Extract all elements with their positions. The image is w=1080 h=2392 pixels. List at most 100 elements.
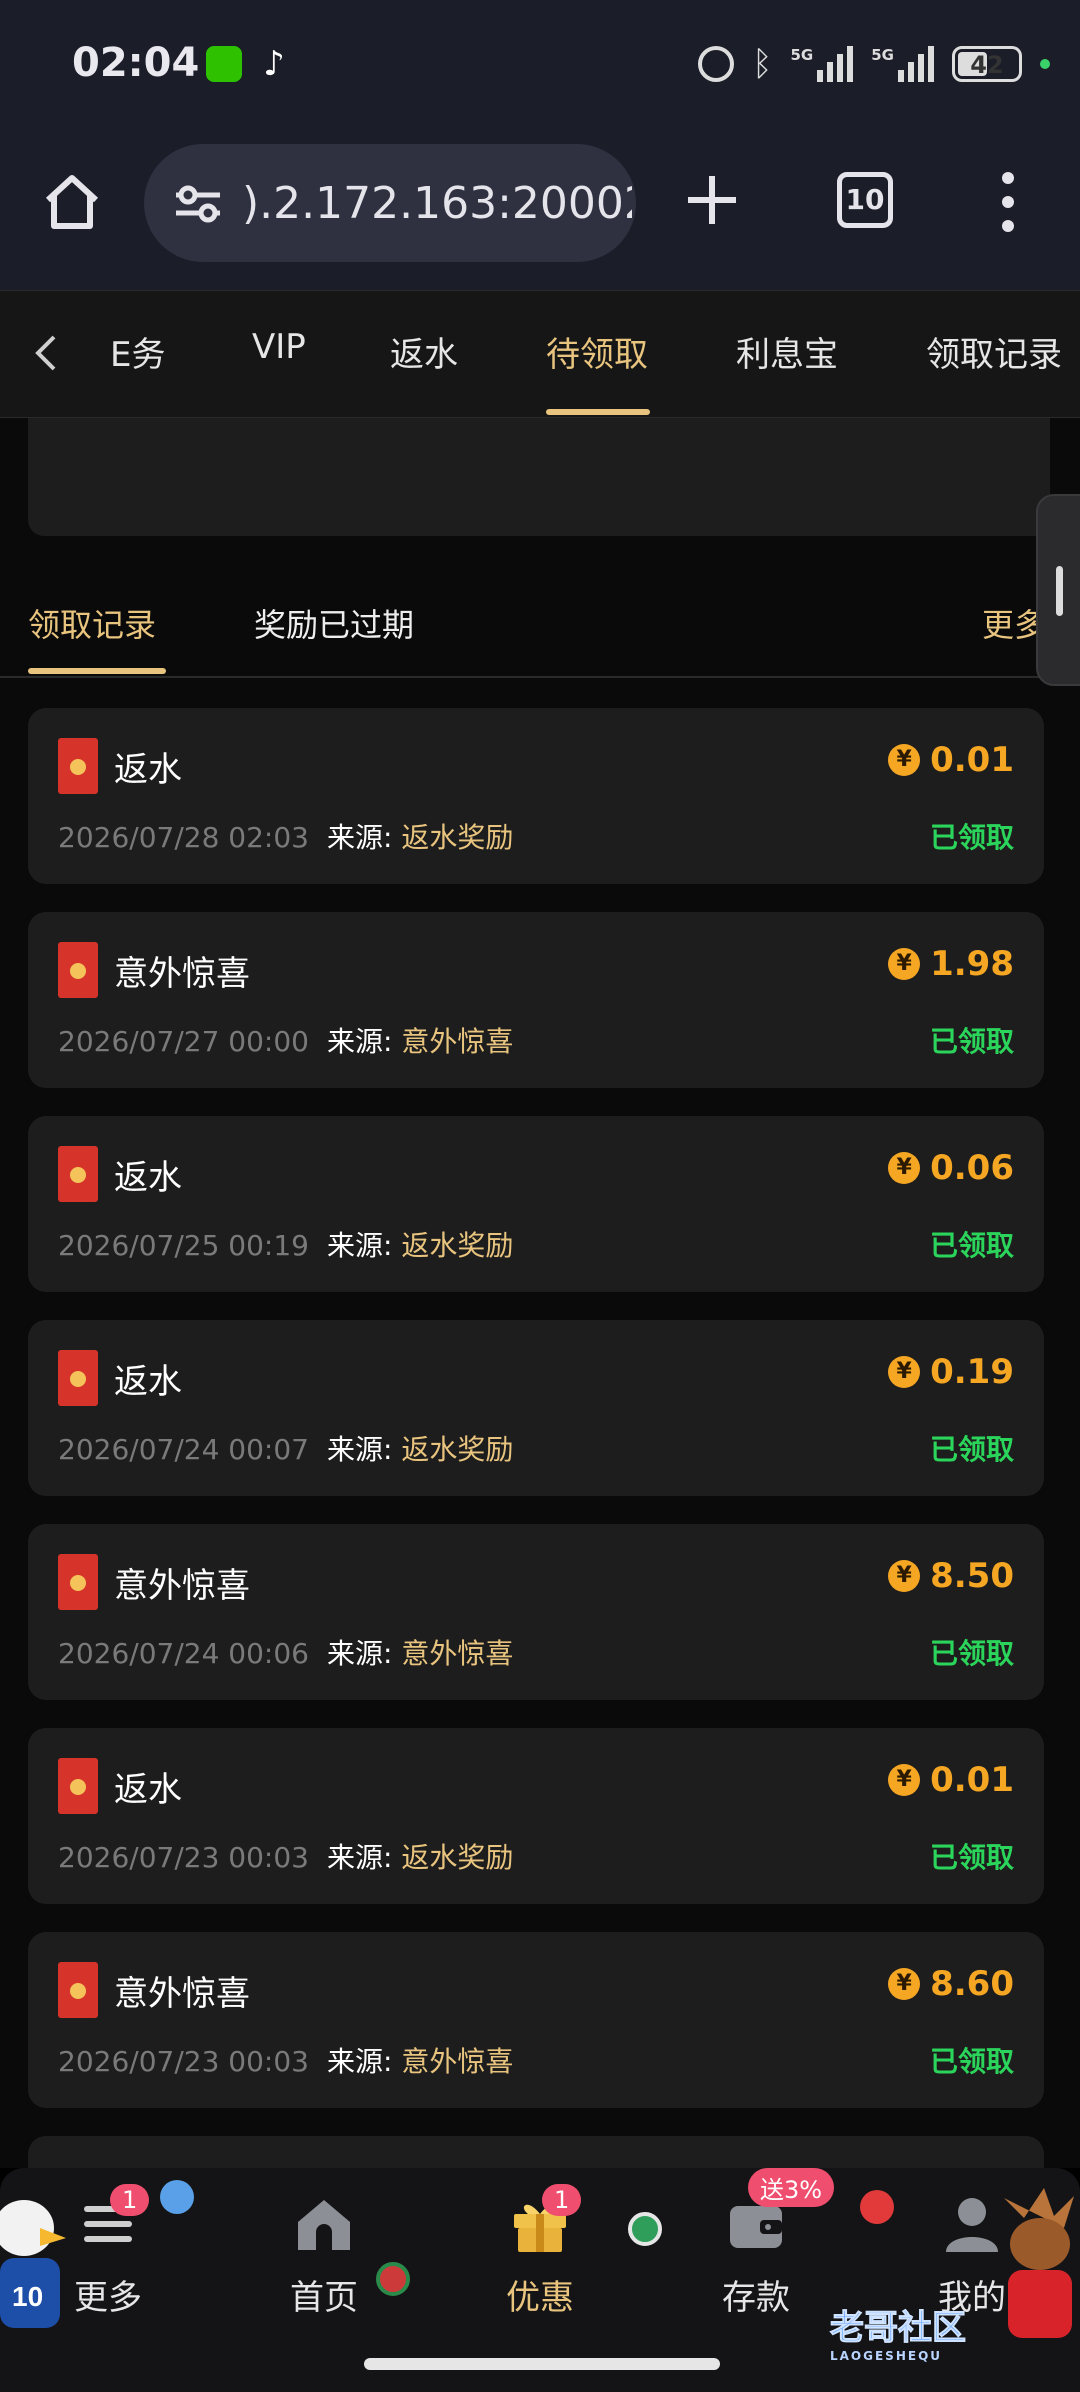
record-date: 2026/07/27 00:00	[58, 1025, 309, 1058]
red-envelope-icon	[58, 1962, 98, 2018]
red-envelope-icon	[58, 1350, 98, 1406]
amount-value: 0.01	[930, 740, 1014, 780]
red-envelope-icon	[58, 1554, 98, 1610]
record-meta: 2026/07/23 00:03 来源: 意外惊喜	[58, 2040, 513, 2080]
yen-coin-icon: ¥	[888, 1152, 921, 1184]
source-label: 来源:	[326, 821, 393, 854]
status-bar: 02:04 ♪ ᛒ 5G 5G 42	[0, 0, 1080, 130]
browser-chrome: 02:04 ♪ ᛒ 5G 5G 42).2.172.163:20002 10	[0, 0, 1080, 290]
amount-value: 0.01	[930, 1760, 1014, 1800]
source-label: 来源:	[326, 1637, 393, 1670]
alarm-icon	[698, 46, 735, 82]
battery-level: 42	[970, 51, 1004, 79]
bottom-nav-label: 首页	[290, 2278, 358, 2318]
bottom-nav-home[interactable]: 首页	[254, 2192, 394, 2319]
record-source: 返水奖励	[401, 1433, 514, 1466]
nav-item-rebate[interactable]: 返水	[390, 327, 458, 376]
record-title: 返水	[114, 1362, 182, 1402]
record-title: 意外惊喜	[114, 954, 250, 994]
tab-switcher-button[interactable]: 10	[837, 172, 893, 228]
record-amount: ¥0.06	[888, 1148, 1014, 1188]
new-tab-icon[interactable]	[684, 172, 740, 228]
red-envelope-icon	[58, 1758, 98, 1814]
record-card[interactable]: 返水 2026/07/23 00:03 来源: 返水奖励 ¥0.01 已领取	[28, 1728, 1044, 1904]
red-envelope-icon	[58, 1146, 98, 1202]
nav-item-pending[interactable]: 待领取	[546, 327, 648, 376]
status-badge: 已领取	[929, 1637, 1014, 1670]
nav-item-vip[interactable]: VIP	[252, 327, 306, 367]
notification-badge: 1	[110, 2184, 150, 2216]
record-title: 意外惊喜	[114, 1974, 250, 2014]
home-icon	[298, 2200, 350, 2250]
record-date: 2026/07/24 00:06	[58, 1637, 309, 1670]
status-time: 02:04	[72, 40, 200, 86]
tab-expired-rewards[interactable]: 奖励已过期	[254, 600, 414, 646]
status-badge: 已领取	[929, 2045, 1014, 2078]
sub-tab-active-indicator	[28, 668, 166, 674]
nav-active-indicator	[546, 409, 650, 415]
record-amount: ¥1.98	[888, 944, 1014, 984]
record-source: 返水奖励	[401, 821, 514, 854]
record-card[interactable]: 意外惊喜 2026/07/23 00:03 来源: 意外惊喜 ¥8.60 已领取	[28, 1932, 1044, 2108]
top-nav: E务 VIP 返水 待领取 利息宝 领取记录	[0, 290, 1080, 418]
record-meta: 2026/07/24 00:07 来源: 返水奖励	[58, 1428, 513, 1468]
record-meta: 2026/07/24 00:06 来源: 意外惊喜	[58, 1632, 513, 1672]
status-badge: 已领取	[929, 1025, 1014, 1058]
amount-value: 0.19	[930, 1352, 1014, 1392]
record-meta: 2026/07/27 00:00 来源: 意外惊喜	[58, 1020, 513, 1060]
record-card[interactable]: 意外惊喜 2026/07/27 00:00 来源: 意外惊喜 ¥1.98 已领取	[28, 912, 1044, 1088]
record-meta: 2026/07/25 00:19 来源: 返水奖励	[58, 1224, 513, 1264]
record-source: 返水奖励	[401, 1841, 514, 1874]
notification-badge: 1	[542, 2184, 582, 2216]
record-date: 2026/07/24 00:07	[58, 1433, 309, 1466]
record-source: 返水奖励	[401, 1229, 514, 1262]
bottom-nav-label: 优惠	[506, 2278, 574, 2318]
record-title: 意外惊喜	[114, 1566, 250, 1606]
bottom-nav-deposit[interactable]: 存款 送3%	[686, 2168, 835, 2319]
balloon-icon	[860, 2190, 894, 2224]
bluetooth-icon: ᛒ	[752, 44, 773, 84]
source-label: 来源:	[326, 1025, 393, 1058]
record-meta: 2026/07/23 00:03 来源: 返水奖励	[58, 1836, 513, 1876]
tab-claim-records[interactable]: 领取记录	[28, 600, 156, 646]
record-card[interactable]: 返水 2026/07/24 00:07 来源: 返水奖励 ¥0.19 已领取	[28, 1320, 1044, 1496]
nav-item-interest[interactable]: 利息宝	[736, 327, 838, 376]
bottom-nav-promotions[interactable]: 优惠 1	[470, 2184, 610, 2319]
amount-value: 8.50	[930, 1556, 1014, 1596]
red-envelope-icon	[58, 738, 98, 794]
wechat-icon	[206, 46, 242, 82]
record-date: 2026/07/23 00:03	[58, 1841, 309, 1874]
nav-item-tasks[interactable]: E务	[110, 327, 165, 376]
source-label: 来源:	[326, 2045, 393, 2078]
yen-coin-icon: ¥	[888, 948, 921, 980]
balloon-icon	[160, 2180, 194, 2214]
source-label: 来源:	[326, 1841, 393, 1874]
ball-icon	[376, 2262, 410, 2296]
address-bar[interactable]: ).2.172.163:20002	[144, 144, 636, 262]
record-date: 2026/07/28 02:03	[58, 821, 309, 854]
record-card[interactable]: 意外惊喜 2026/07/24 00:06 来源: 意外惊喜 ¥8.50 已领取	[28, 1524, 1044, 1700]
record-card[interactable]	[28, 2136, 1044, 2168]
svg-text:10: 10	[12, 2281, 43, 2312]
ball-icon	[628, 2212, 662, 2246]
browser-menu-icon[interactable]	[998, 172, 1018, 232]
moose-mascot-icon	[1004, 2188, 1074, 2338]
floating-side-handle[interactable]	[1036, 494, 1080, 686]
yen-coin-icon: ¥	[888, 1356, 921, 1388]
record-card[interactable]: 返水 2026/07/28 02:03 来源: 返水奖励 ¥0.01 已领取	[28, 708, 1044, 884]
summary-card	[28, 418, 1050, 536]
record-card[interactable]: 返水 2026/07/25 00:19 来源: 返水奖励 ¥0.06 已领取	[28, 1116, 1044, 1292]
home-icon[interactable]	[40, 170, 104, 234]
chevron-left-icon[interactable]	[28, 331, 64, 375]
sub-tabs: 领取记录 奖励已过期 更多	[0, 578, 1080, 678]
record-source: 意外惊喜	[401, 2045, 514, 2078]
url-text[interactable]: ).2.172.163:20002	[242, 178, 632, 229]
gesture-home-indicator[interactable]	[364, 2358, 720, 2370]
record-source: 意外惊喜	[401, 1637, 514, 1670]
privacy-dot	[1040, 59, 1050, 69]
promo-badge: 送3%	[748, 2168, 835, 2207]
nav-item-records[interactable]: 领取记录	[926, 327, 1062, 376]
site-settings-icon[interactable]	[168, 173, 228, 233]
status-badge: 已领取	[929, 821, 1014, 854]
bottom-nav-label: 存款	[722, 2278, 790, 2318]
